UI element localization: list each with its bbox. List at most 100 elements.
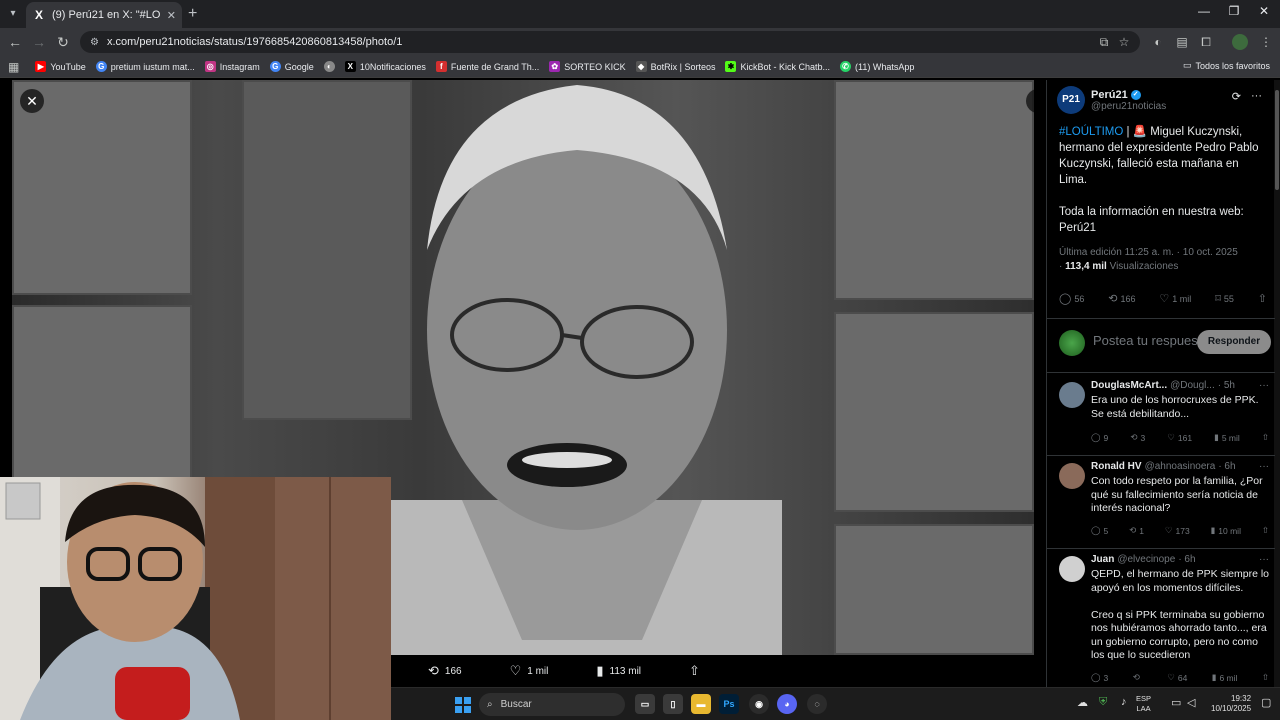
more-options-icon[interactable]: ··· xyxy=(1259,461,1269,472)
reply-item[interactable]: Ronald HV @ahnoasinoera · 6h ··· Con todo … xyxy=(1057,461,1269,547)
bookmark-unnamed[interactable]: ◐ xyxy=(323,61,335,72)
microphone-icon[interactable]: ♪ xyxy=(1121,696,1127,708)
tab-search-icon[interactable]: ▾ xyxy=(4,5,22,23)
bookmark-kickbot[interactable]: ✱ KickBot - Kick Chatb... xyxy=(725,61,830,72)
bookmark-instagram[interactable]: ◎ Instagram xyxy=(204,61,260,72)
retweet-button[interactable]: ⟲ 3 xyxy=(1130,432,1145,443)
grok-icon[interactable]: ⟳ xyxy=(1232,90,1241,103)
install-app-icon[interactable]: ⧉ xyxy=(1096,34,1112,50)
extension-icon[interactable]: ◐ xyxy=(1150,34,1166,50)
reply-button[interactable]: ◯ 5 xyxy=(1091,525,1108,536)
bookmark-google[interactable]: G Google xyxy=(269,61,314,72)
share-button[interactable]: ⇧ xyxy=(689,663,700,679)
volume-icon[interactable]: ◁ xyxy=(1187,696,1195,709)
discord-icon[interactable]: ◕ xyxy=(777,694,797,714)
like-button[interactable]: ♡ 161 xyxy=(1167,432,1192,443)
windows-start-icon[interactable] xyxy=(455,697,471,713)
scrollbar-thumb[interactable] xyxy=(1275,90,1279,190)
tweet-author[interactable]: P21 Perú21 ✓ @peru21noticias xyxy=(1057,86,1166,114)
back-icon[interactable]: ← xyxy=(6,33,24,51)
site-info-icon[interactable]: ⚙ xyxy=(90,37,99,48)
share-button[interactable]: ⇧ xyxy=(1258,292,1267,305)
reply-avatar[interactable] xyxy=(1059,556,1085,582)
extension-icon[interactable]: ▤ xyxy=(1174,34,1190,50)
more-options-icon[interactable]: ··· xyxy=(1251,90,1262,103)
author-name[interactable]: Perú21 xyxy=(1091,89,1128,101)
reply-item[interactable]: DouglasMcArt... @Dougl... · 5h ··· Era uno… xyxy=(1057,380,1269,452)
address-bar[interactable]: ⚙ x.com/peru21noticias/status/1976685420… xyxy=(80,31,1140,53)
heart-icon: ♡ xyxy=(1164,525,1173,535)
bookmark-star-icon[interactable]: ☆ xyxy=(1116,34,1132,50)
file-explorer-icon[interactable]: ▬ xyxy=(691,694,711,714)
window-close-icon[interactable]: ✕ xyxy=(1250,4,1278,18)
retweet-button[interactable]: ⟲ 166 xyxy=(1108,292,1135,305)
onedrive-icon[interactable]: ☁ xyxy=(1077,696,1088,709)
new-tab-icon[interactable]: + xyxy=(188,5,197,23)
reply-author-name[interactable]: Juan xyxy=(1091,554,1114,565)
views-button[interactable]: ▮ 5 mil xyxy=(1214,432,1240,443)
reply-author-name[interactable]: Ronald HV xyxy=(1091,461,1142,472)
reload-icon[interactable]: ↻ xyxy=(54,33,72,51)
edit-timestamp[interactable]: Última edición 11:25 a. m. · 10 oct. 202… xyxy=(1059,246,1269,260)
reply-handle: @elvecinope xyxy=(1117,554,1176,565)
reply-avatar[interactable] xyxy=(1059,463,1085,489)
retweet-button[interactable]: ⟲ xyxy=(1133,672,1143,683)
clock[interactable]: 19:32 10/10/2025 xyxy=(1211,694,1251,714)
reply-avatar[interactable] xyxy=(1059,382,1085,408)
photoshop-icon[interactable]: Ps xyxy=(719,694,739,714)
notifications-icon[interactable]: ▢ xyxy=(1261,696,1271,709)
all-bookmarks-folder[interactable]: ▭ Todos los favoritos xyxy=(1183,60,1270,71)
extensions-puzzle-icon[interactable]: ⧠ xyxy=(1198,34,1214,50)
like-button[interactable]: ♡ 1 mil xyxy=(1159,292,1191,305)
bookmark-youtube[interactable]: ▶ YouTube xyxy=(35,61,86,72)
views-button[interactable]: ▮ 113 mil xyxy=(596,663,641,679)
share-button[interactable]: ⇧ xyxy=(1262,432,1269,443)
bookmark-pretium[interactable]: Gpretium iustum mat... xyxy=(95,61,195,72)
more-options-icon[interactable]: ··· xyxy=(1259,380,1269,391)
share-button[interactable]: ⇧ xyxy=(1262,672,1269,683)
reply-button[interactable]: ◯ 56 xyxy=(1059,292,1084,305)
bookmark-whatsapp[interactable]: ✆ (11) WhatsApp xyxy=(840,61,914,72)
restore-icon[interactable]: ❐ xyxy=(1220,4,1248,18)
reply-button[interactable]: ◯ 3 xyxy=(1091,672,1108,683)
menu-dots-icon[interactable]: ⋮ xyxy=(1258,34,1274,50)
bookmark-button[interactable]: ⌑ 55 xyxy=(1215,292,1234,305)
chrome-icon[interactable]: ◉ xyxy=(749,694,769,714)
reply-input[interactable]: Postea tu respuesta xyxy=(1093,333,1209,348)
like-button[interactable]: ♡ 173 xyxy=(1165,525,1190,536)
security-icon[interactable]: ⛨ xyxy=(1099,696,1107,709)
apps-grid-icon[interactable]: ▦ xyxy=(8,60,19,74)
app-icon[interactable]: ▯ xyxy=(663,694,683,714)
more-options-icon[interactable]: ··· xyxy=(1259,554,1269,565)
reply-button[interactable]: ◯ 9 xyxy=(1091,432,1108,443)
reply-submit-button[interactable]: Responder xyxy=(1197,330,1271,354)
minimize-icon[interactable]: — xyxy=(1190,4,1218,18)
like-button[interactable]: ♡ 1 mil xyxy=(510,663,549,679)
taskbar-search[interactable]: ⌕ Buscar xyxy=(479,693,625,716)
tab-close-icon[interactable]: ✕ xyxy=(167,9,176,22)
bookmark-botrix[interactable]: ◆ BotRix | Sorteos xyxy=(635,61,715,72)
profile-avatar[interactable] xyxy=(1232,34,1248,50)
reply-item[interactable]: Juan @elvecinope · 6h ··· QEPD, el hermano… xyxy=(1057,554,1269,687)
language-indicator[interactable]: ESP LAA xyxy=(1136,694,1151,714)
network-icon[interactable]: ▭ xyxy=(1171,696,1181,709)
bookmark-sorteo-kick[interactable]: ✿ SORTEO KICK xyxy=(549,61,626,72)
share-button[interactable]: ⇧ xyxy=(1262,525,1269,536)
tab-active[interactable]: X (9) Perú21 en X: "#LOÚLTIMO | ✕ xyxy=(26,2,182,28)
hashtag-link[interactable]: #LOÚLTIMO xyxy=(1059,126,1123,138)
retweet-button[interactable]: ⟲ 166 xyxy=(428,663,462,679)
views-button[interactable]: ▮ 6 mil xyxy=(1212,672,1238,683)
close-photo-icon[interactable]: ✕ xyxy=(20,89,44,113)
app-icon[interactable]: ◌ xyxy=(807,694,827,714)
author-avatar[interactable]: P21 xyxy=(1057,86,1085,114)
bookmark-notificaciones[interactable]: X 10Notificaciones xyxy=(344,61,426,72)
bookmark-gta-source[interactable]: f Fuente de Grand Th... xyxy=(435,61,539,72)
reply-author-name[interactable]: DouglasMcArt... xyxy=(1091,380,1167,391)
author-handle[interactable]: @peru21noticias xyxy=(1091,101,1166,112)
like-button[interactable]: ♡ 64 xyxy=(1167,672,1187,683)
task-view-icon[interactable]: ▭ xyxy=(635,694,655,714)
sidebar-scrollbar[interactable] xyxy=(1274,80,1280,687)
retweet-button[interactable]: ⟲ 1 xyxy=(1129,525,1144,536)
views-button[interactable]: ▮ 10 mil xyxy=(1211,525,1241,536)
forward-icon[interactable]: → xyxy=(30,33,48,51)
